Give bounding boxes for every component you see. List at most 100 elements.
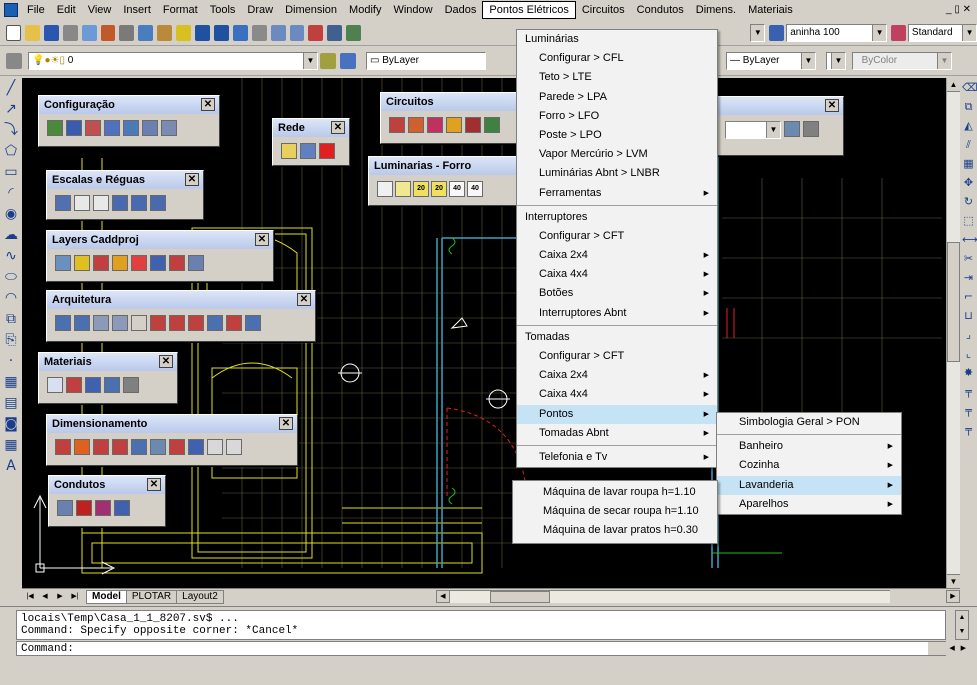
scale-icon[interactable]: ⬚ — [962, 214, 975, 227]
dim-tool-icon[interactable] — [112, 439, 128, 455]
menu-item-vapor-mercurio-lvm[interactable]: Vapor Mercúrio > LVM — [517, 145, 717, 164]
properties-icon[interactable] — [308, 24, 324, 41]
layer-tool-icon[interactable] — [93, 255, 109, 271]
snap-icon-1[interactable]: ╤ — [962, 385, 975, 398]
close-icon[interactable]: ✕ — [331, 121, 345, 134]
cut-icon[interactable] — [119, 24, 135, 41]
save-icon[interactable] — [43, 24, 59, 41]
arq-tool-icon[interactable] — [169, 315, 185, 331]
pan-icon[interactable] — [232, 24, 248, 41]
extend-icon[interactable]: ⇥ — [962, 271, 975, 284]
menu-item-parede-lpa[interactable]: Parede > LPA — [517, 88, 717, 107]
close-icon[interactable]: ✕ — [201, 98, 215, 111]
undo-icon[interactable] — [195, 24, 210, 41]
menu-item-luminarias-abnt-lnbr[interactable]: Luminárias Abnt > LNBR — [517, 164, 717, 183]
break-icon[interactable]: ⌐ — [962, 290, 975, 303]
close-icon[interactable]: ✕ — [147, 478, 161, 491]
array-icon[interactable]: ▦ — [962, 157, 975, 170]
hscroll-right-button[interactable]: ▶ — [946, 590, 960, 603]
menu-pontos-eletricos[interactable]: Pontos Elétricos — [482, 1, 576, 19]
zoom-window-icon[interactable] — [270, 24, 286, 41]
scroll-up-button[interactable]: ▲ — [947, 78, 960, 92]
circuitos-tool-icon[interactable] — [408, 117, 424, 133]
insert-block-icon[interactable]: ⧉ — [3, 311, 19, 327]
luminaria-20-icon[interactable]: 20 — [413, 181, 429, 197]
conduto-tool-icon[interactable] — [95, 500, 111, 516]
line-icon[interactable]: ╱ — [3, 80, 19, 96]
ellipse-arc-icon[interactable]: ◠ — [3, 290, 19, 306]
design-center-icon[interactable] — [327, 24, 343, 41]
layer-tool-icon[interactable] — [150, 255, 166, 271]
menu-window[interactable]: Window — [387, 1, 438, 19]
dim-tool-icon[interactable] — [207, 439, 223, 455]
layer-tool-icon[interactable] — [131, 255, 147, 271]
menu-item-pontos[interactable]: Pontos — [517, 404, 717, 424]
menu-format[interactable]: Format — [157, 1, 204, 19]
prev-tab-icon[interactable]: ◀ — [38, 591, 52, 603]
rectangle-icon[interactable]: ▭ — [3, 164, 19, 180]
config-tool-icon[interactable] — [47, 120, 63, 136]
circuitos-tool-icon[interactable] — [465, 117, 481, 133]
menu-item-tomadas-abnt[interactable]: Tomadas Abnt — [517, 424, 717, 443]
zoom-previous-icon[interactable] — [289, 24, 305, 41]
palette-tool-icon[interactable] — [803, 121, 819, 137]
palette-tool-icon[interactable] — [784, 121, 800, 137]
trim-icon[interactable]: ✂ — [962, 252, 975, 265]
menu-tools[interactable]: Tools — [204, 1, 242, 19]
dim-tool-icon[interactable] — [188, 439, 204, 455]
dim-tool-icon[interactable] — [226, 439, 242, 455]
circuitos-tool-icon[interactable] — [446, 117, 462, 133]
circuitos-tool-icon[interactable] — [427, 117, 443, 133]
close-icon[interactable]: ✕ — [255, 233, 269, 246]
luminaria-20-icon[interactable]: 20 — [431, 181, 447, 197]
dim-tool-icon[interactable] — [55, 439, 71, 455]
chamfer-icon[interactable]: ⌟ — [962, 328, 975, 341]
material-tool-icon[interactable] — [47, 377, 63, 393]
arq-tool-icon[interactable] — [150, 315, 166, 331]
polygon-icon[interactable]: ⬠ — [3, 143, 19, 159]
textstyle-select-stub[interactable]: ▼ — [750, 23, 766, 42]
menu-item-poste-lpo[interactable]: Poste > LPO — [517, 126, 717, 145]
escala-tool-icon[interactable] — [131, 195, 147, 211]
menu-edit[interactable]: Edit — [51, 1, 82, 19]
menu-dados[interactable]: Dados — [439, 1, 483, 19]
rede-tool-icon[interactable] — [281, 143, 297, 159]
publish-icon[interactable] — [100, 24, 116, 41]
escala-tool-icon[interactable] — [55, 195, 71, 211]
menu-item-simbologia-geral-pon[interactable]: Simbologia Geral > PON — [717, 413, 901, 432]
layer-manager-icon[interactable] — [6, 52, 22, 69]
table-icon[interactable]: ▦ — [3, 437, 19, 453]
window-controls[interactable]: _ ▯ ✕ — [940, 1, 977, 19]
menu-item-caixa-2x4[interactable]: Caixa 2x4 — [517, 366, 717, 385]
layer-previous-icon[interactable] — [340, 52, 356, 69]
region-icon[interactable]: ◙ — [3, 416, 19, 432]
conduto-tool-icon[interactable] — [76, 500, 92, 516]
textstyle-select[interactable]: aninha 100 ▼ — [786, 23, 888, 42]
close-icon[interactable]: ✕ — [297, 293, 311, 306]
match-prop-icon[interactable] — [176, 24, 192, 41]
color-select[interactable]: ▭ ByLayer — [366, 51, 486, 70]
menu-dimens[interactable]: Dimens. — [690, 1, 742, 19]
arq-tool-icon[interactable] — [74, 315, 90, 331]
circle-icon[interactable]: ◉ — [3, 206, 19, 222]
menu-circuitos[interactable]: Circuitos — [576, 1, 631, 19]
next-tab-icon[interactable]: ▶ — [53, 591, 67, 603]
tab-model[interactable]: Model — [86, 589, 127, 604]
hscroll-track[interactable] — [449, 590, 890, 603]
menu-item-teto-lte[interactable]: Teto > LTE — [517, 68, 717, 87]
mirror-icon[interactable]: ◭ — [962, 119, 975, 132]
material-tool-icon[interactable] — [66, 377, 82, 393]
point-icon[interactable]: · — [3, 353, 19, 369]
escala-tool-icon[interactable] — [74, 195, 90, 211]
make-current-icon[interactable] — [320, 52, 336, 69]
config-tool-icon[interactable] — [85, 120, 101, 136]
scroll-down-button[interactable]: ▼ — [947, 574, 960, 588]
menu-item-botoes[interactable]: Botões — [517, 284, 717, 303]
menu-item-configurar-cfl[interactable]: Configurar > CFL — [517, 49, 717, 68]
dim-tool-icon[interactable] — [150, 439, 166, 455]
polyline-icon[interactable]: ⤵ — [3, 122, 19, 138]
ellipse-icon[interactable]: ⬭ — [3, 269, 19, 285]
spline-icon[interactable]: ∿ — [3, 248, 19, 264]
explode-icon[interactable]: ✸ — [962, 366, 975, 379]
arq-tool-icon[interactable] — [245, 315, 261, 331]
